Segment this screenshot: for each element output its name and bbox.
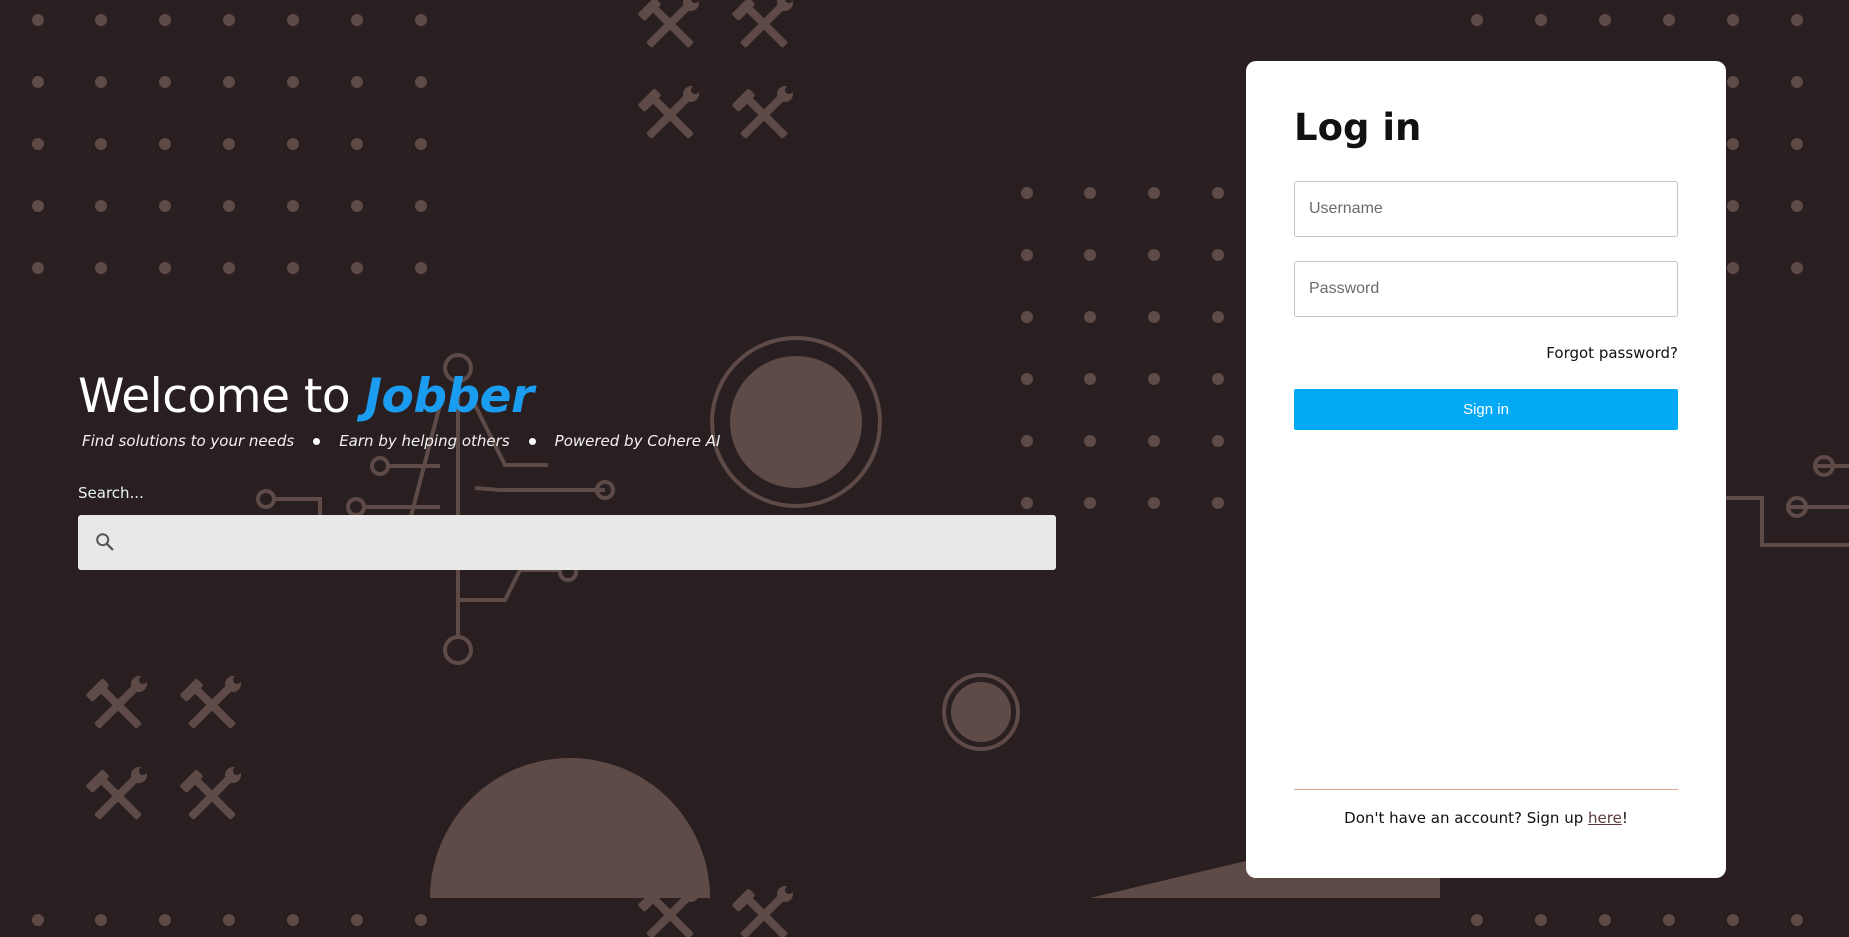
sign-in-button[interactable]: Sign in <box>1294 389 1678 430</box>
taglines: Find solutions to your needs Earn by hel… <box>82 432 720 450</box>
login-title: Log in <box>1294 106 1422 149</box>
bullet-icon <box>528 437 536 445</box>
hero: Welcome to Jobber Find solutions to your… <box>78 368 720 450</box>
username-field[interactable] <box>1294 181 1678 237</box>
signup-link[interactable]: here <box>1588 809 1622 827</box>
divider <box>1294 789 1678 790</box>
signup-prompt: Don't have an account? Sign up here! <box>1246 809 1726 827</box>
hammer-wrench-icon <box>85 0 793 937</box>
login-card: Log in Forgot password? Sign in Don't ha… <box>1246 61 1726 878</box>
search-icon <box>96 533 114 551</box>
search-bar[interactable] <box>78 515 1056 572</box>
bullet-icon <box>313 437 321 445</box>
signup-suffix: ! <box>1621 809 1628 827</box>
password-field[interactable] <box>1294 261 1678 317</box>
tagline: Powered by Cohere AI <box>554 432 721 450</box>
search-label: Search... <box>78 484 144 502</box>
tagline: Earn by helping others <box>339 432 510 450</box>
welcome-text: Welcome to <box>78 369 365 424</box>
search-input[interactable] <box>130 515 1044 572</box>
welcome-title: Welcome to Jobber <box>78 368 720 426</box>
signup-text: Don't have an account? Sign up <box>1344 809 1588 827</box>
forgot-password-link[interactable]: Forgot password? <box>1546 344 1678 362</box>
brand-name: Jobber <box>364 369 535 424</box>
tagline: Find solutions to your needs <box>82 432 295 450</box>
